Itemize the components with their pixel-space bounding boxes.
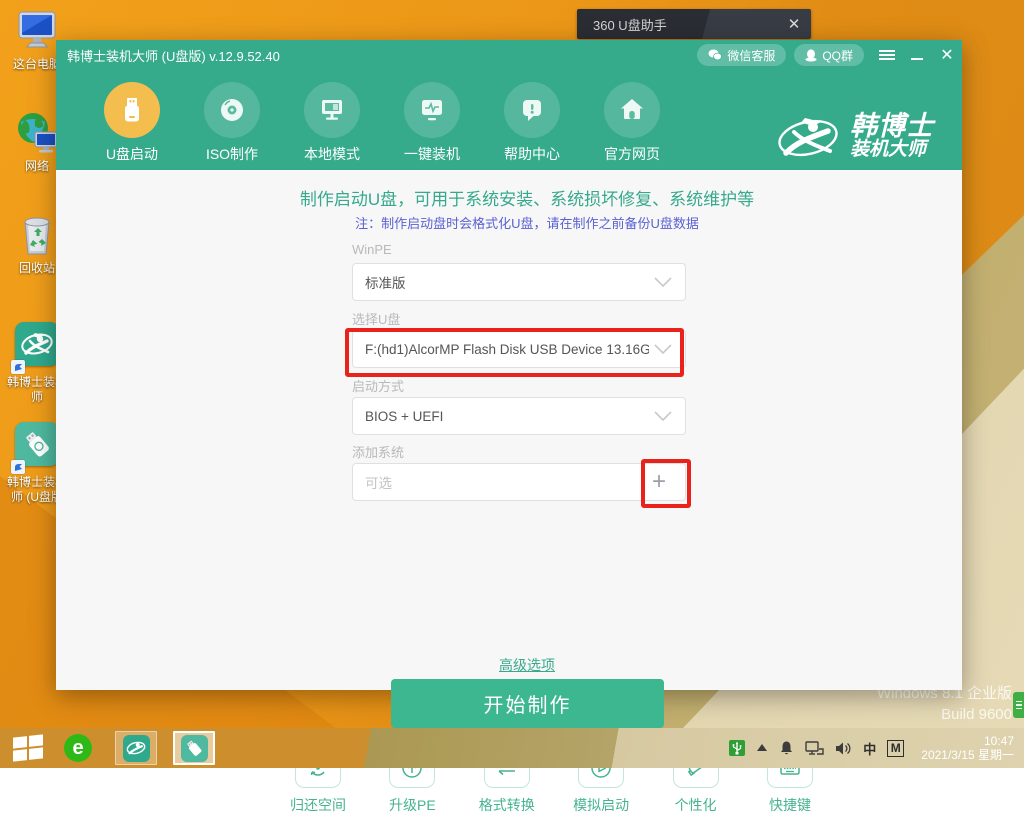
- hanboshi-logo-icon: [778, 110, 840, 162]
- hanboshi-usb-app-icon: [181, 735, 208, 762]
- winpe-select[interactable]: 标准版: [352, 263, 686, 301]
- edge-widget-icon[interactable]: [1013, 692, 1024, 718]
- language-indicator[interactable]: M: [887, 740, 904, 757]
- add-system-plus-button[interactable]: +: [639, 464, 679, 500]
- monitor-icon: [318, 96, 346, 124]
- system-tray: 中 M 10:47 2021/3/15 星期一: [729, 734, 1024, 762]
- clock[interactable]: 10:47 2021/3/15 星期一: [921, 734, 1014, 762]
- usb-tray-icon[interactable]: [729, 740, 745, 756]
- recycle-bin-icon: [13, 210, 61, 258]
- nav-header: U盘启动 ISO制作: [56, 70, 962, 170]
- usb-drive-icon: [118, 96, 146, 124]
- ime-indicator[interactable]: 中: [863, 739, 876, 758]
- network-icon: [13, 108, 61, 156]
- field-boot-mode: 启动方式 BIOS + UEFI: [352, 376, 686, 435]
- boot-mode-label: 启动方式: [352, 376, 686, 393]
- start-create-button[interactable]: 开始制作: [391, 679, 664, 728]
- advanced-options-link[interactable]: 高级选项: [499, 657, 555, 673]
- add-system-label: 添加系统: [352, 442, 686, 459]
- hanboshi-app-icon: [123, 735, 150, 762]
- qq-group-button[interactable]: QQ群: [794, 44, 864, 66]
- winpe-label: WinPE: [352, 242, 686, 259]
- taskbar: e: [0, 728, 1024, 768]
- taskbar-hanboshi-usb-button[interactable]: [173, 731, 215, 765]
- clock-date: 2021/3/15 星期一: [921, 748, 1014, 762]
- nav-local-mode[interactable]: 本地模式: [287, 82, 377, 164]
- network-tray-icon[interactable]: [805, 741, 824, 756]
- wechat-icon: [708, 49, 722, 61]
- menu-button[interactable]: [872, 40, 902, 70]
- field-usb-select: 选择U盘 F:(hd1)AlcorMP Flash Disk USB Devic…: [352, 309, 686, 368]
- chevron-down-icon: [653, 410, 673, 422]
- taskbar-hanboshi-button[interactable]: [115, 731, 157, 765]
- qq-icon: [805, 49, 817, 62]
- boot-mode-select[interactable]: BIOS + UEFI: [352, 397, 686, 435]
- add-system-placeholder: 可选: [365, 472, 673, 492]
- logo-line1: 韩博士: [850, 112, 934, 140]
- shortcut-arrow-icon: [11, 360, 25, 374]
- popup-360-usb-helper[interactable]: 360 U盘助手 ✕: [577, 9, 811, 39]
- hanboshi-usb-app-icon: [13, 422, 61, 472]
- format-warning-note: 注：制作启动盘时会格式化U盘，请在制作之前备份U盘数据: [56, 213, 998, 232]
- field-add-system: 添加系统 可选 +: [352, 442, 686, 501]
- chevron-down-icon: [653, 276, 673, 288]
- logo-line2: 装机大师: [850, 140, 934, 160]
- hamburger-icon: [879, 50, 895, 60]
- add-system-input[interactable]: 可选 +: [352, 463, 686, 501]
- nav-usb-boot[interactable]: U盘启动: [87, 82, 177, 164]
- clock-time: 10:47: [921, 734, 1014, 748]
- advanced-options-wrap: 高级选项: [56, 655, 998, 675]
- nav-help-center[interactable]: 帮助中心: [487, 82, 577, 164]
- taskbar-browser-button[interactable]: e: [57, 731, 99, 765]
- close-button[interactable]: ✕: [932, 40, 962, 70]
- nav-one-key-install[interactable]: 一键装机: [387, 82, 477, 164]
- app-window: 韩博士装机大师 (U盘版) v.12.9.52.40 微信客服 QQ群 ✕: [56, 40, 962, 690]
- this-pc-icon: [13, 6, 61, 54]
- minimize-button[interactable]: [902, 40, 932, 70]
- shortcut-arrow-icon: [11, 460, 25, 474]
- page-title: 制作启动U盘，可用于系统安装、系统损坏修复、系统维护等: [56, 185, 998, 210]
- popup-360-title: 360 U盘助手: [593, 15, 777, 34]
- help-bubble-icon: [518, 96, 546, 124]
- window-title: 韩博士装机大师 (U盘版) v.12.9.52.40: [67, 46, 697, 65]
- brand-logo: 韩博士 装机大师: [778, 110, 934, 162]
- start-button[interactable]: [13, 734, 43, 761]
- wechat-support-button[interactable]: 微信客服: [697, 44, 786, 66]
- titlebar[interactable]: 韩博士装机大师 (U盘版) v.12.9.52.40 微信客服 QQ群 ✕: [56, 40, 962, 70]
- show-hidden-icons-button[interactable]: [756, 744, 768, 752]
- disc-icon: [218, 96, 246, 124]
- nav-official-website[interactable]: 官方网页: [587, 82, 677, 164]
- usb-drive-select[interactable]: F:(hd1)AlcorMP Flash Disk USB Device 13.…: [352, 330, 686, 368]
- main-content: 制作启动U盘，可用于系统安装、系统损坏修复、系统维护等 注：制作启动盘时会格式化…: [56, 170, 962, 690]
- usb-select-label: 选择U盘: [352, 309, 686, 326]
- popup-360-close-icon[interactable]: ✕: [777, 15, 811, 33]
- hanboshi-app-icon: [13, 322, 61, 372]
- nav-iso-create[interactable]: ISO制作: [187, 82, 277, 164]
- home-icon: [618, 96, 646, 124]
- minimize-icon: [911, 58, 923, 60]
- field-winpe: WinPE 标准版: [352, 242, 686, 301]
- volume-icon[interactable]: [835, 741, 852, 756]
- notification-bell-icon[interactable]: [779, 740, 794, 756]
- pulse-monitor-icon: [418, 96, 446, 124]
- browser-e-icon: e: [64, 734, 92, 762]
- chevron-down-icon: [653, 343, 673, 355]
